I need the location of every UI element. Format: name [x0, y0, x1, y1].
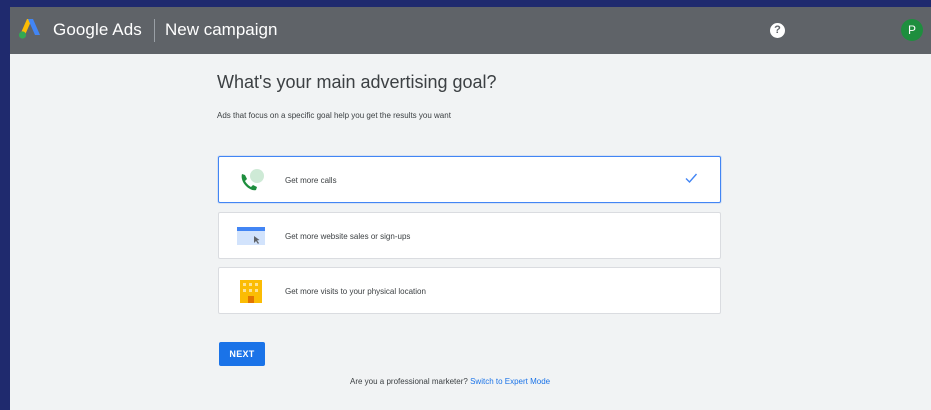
next-button[interactable]: NEXT	[219, 342, 265, 366]
page-heading: What's your main advertising goal?	[217, 72, 497, 92]
page-subtext: Ads that focus on a specific goal help y…	[217, 111, 451, 120]
app-window: Google Ads New campaign ? P What's your …	[10, 7, 931, 410]
goal-option-website[interactable]: Get more website sales or sign-ups	[218, 212, 721, 259]
account-avatar[interactable]: P	[901, 19, 923, 41]
goal-label: Get more visits to your physical locatio…	[285, 287, 426, 296]
goal-option-location[interactable]: Get more visits to your physical locatio…	[218, 267, 721, 314]
top-bar: Google Ads New campaign ? P	[10, 7, 931, 54]
phone-call-icon	[241, 169, 264, 191]
page-title: New campaign	[165, 20, 278, 39]
help-icon[interactable]: ?	[770, 23, 785, 38]
checkmark-icon	[685, 173, 698, 184]
goal-option-calls[interactable]: Get more calls	[218, 156, 721, 203]
brand-name: Google Ads	[53, 20, 142, 39]
switch-to-expert-mode-link[interactable]: Switch to Expert Mode	[470, 377, 550, 386]
expert-mode-prompt: Are you a professional marketer? Switch …	[350, 377, 550, 386]
brand-divider	[154, 19, 155, 42]
google-ads-logo-icon[interactable]	[18, 18, 42, 40]
goal-label: Get more website sales or sign-ups	[285, 232, 411, 241]
website-icon	[237, 227, 265, 245]
store-building-icon	[240, 280, 262, 303]
expert-mode-question: Are you a professional marketer?	[350, 377, 468, 386]
goal-label: Get more calls	[285, 176, 337, 185]
